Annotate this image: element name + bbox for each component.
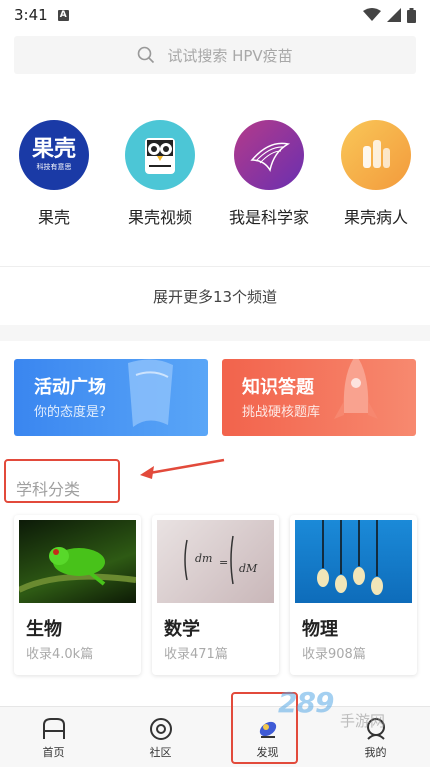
channel-label: 我是科学家 (228, 208, 309, 227)
signal-icon (387, 8, 401, 22)
activity-title: 活动广场 (34, 377, 106, 398)
subject-card-math[interactable]: dm = dM 数学 收录471篇 (152, 515, 279, 675)
annotation-arrow-icon (140, 458, 225, 479)
guokr-logo: 果壳 科技有意思 (19, 120, 89, 190)
svg-text:dM: dM (239, 562, 258, 575)
subject-name: 数学 (164, 619, 200, 640)
patients-logo-icon (341, 120, 411, 190)
biology-image (19, 520, 136, 603)
channel-row: 果壳 科技有意思 果壳 果壳视频 我是科学家 果壳病人 (0, 120, 430, 230)
subject-count: 收录471篇 (164, 647, 228, 662)
search-placeholder: 试试搜索 HPV疫苗 (167, 46, 293, 65)
subject-name: 物理 (302, 619, 338, 640)
svg-text:=: = (219, 556, 228, 569)
guokr-logo-sub: 科技有意思 (36, 163, 72, 171)
flag-icon (128, 359, 173, 427)
quiz-title: 知识答题 (242, 377, 314, 398)
guokr-logo-text: 果壳 (31, 137, 76, 162)
channel-scientist[interactable]: 我是科学家 (219, 120, 319, 228)
rocket-icon (334, 359, 378, 419)
community-icon (149, 718, 172, 740)
channel-label: 果壳病人 (343, 208, 408, 227)
scientist-logo-icon (234, 120, 304, 190)
channel-label: 果壳 (37, 208, 70, 227)
subject-card-physics[interactable]: 物理 收录908篇 (290, 515, 417, 675)
subject-card-biology[interactable]: 生物 收录4.0k篇 (14, 515, 141, 675)
status-bar: 3:41 A (0, 0, 430, 30)
subject-name: 生物 (26, 619, 62, 640)
watermark-site: 手游网 (340, 712, 386, 730)
channel-guokr[interactable]: 果壳 科技有意思 果壳 (4, 120, 104, 228)
wifi-icon (363, 8, 381, 21)
tab-home[interactable]: 首页 (0, 707, 107, 767)
math-image: dm = dM (157, 520, 274, 603)
tab-community[interactable]: 社区 (107, 707, 214, 767)
quiz-banner[interactable]: 知识答题 挑战硬核题库 (222, 359, 416, 436)
subject-count: 收录4.0k篇 (26, 647, 94, 662)
watermark-logo: 289 (278, 686, 334, 719)
battery-icon (407, 7, 416, 23)
tab-label: 我的 (364, 746, 387, 759)
annotation-highlight-box (4, 459, 120, 503)
subject-count: 收录908篇 (302, 647, 366, 662)
physics-image (295, 520, 412, 603)
channel-guokr-video[interactable]: 果壳视频 (110, 120, 210, 228)
search-bar[interactable]: 试试搜索 HPV疫苗 (14, 36, 416, 74)
status-time: 3:41 (14, 6, 48, 24)
section-gap (0, 325, 430, 341)
expand-channels-link[interactable]: 展开更多13个频道 (0, 286, 430, 307)
notification-badge: A (57, 9, 69, 21)
owl-icon (125, 120, 195, 190)
activity-subtitle: 你的态度是? (34, 405, 106, 420)
tab-label: 社区 (149, 746, 172, 759)
home-icon (42, 718, 65, 739)
tab-label: 首页 (42, 746, 65, 759)
search-icon (138, 46, 155, 64)
quiz-subtitle: 挑战硬核题库 (242, 405, 321, 420)
channel-label: 果壳视频 (127, 208, 192, 227)
svg-text:dm: dm (195, 552, 212, 565)
divider (0, 266, 430, 267)
channel-patients[interactable]: 果壳病人 (326, 120, 426, 228)
activity-banner[interactable]: 活动广场 你的态度是? (14, 359, 208, 436)
